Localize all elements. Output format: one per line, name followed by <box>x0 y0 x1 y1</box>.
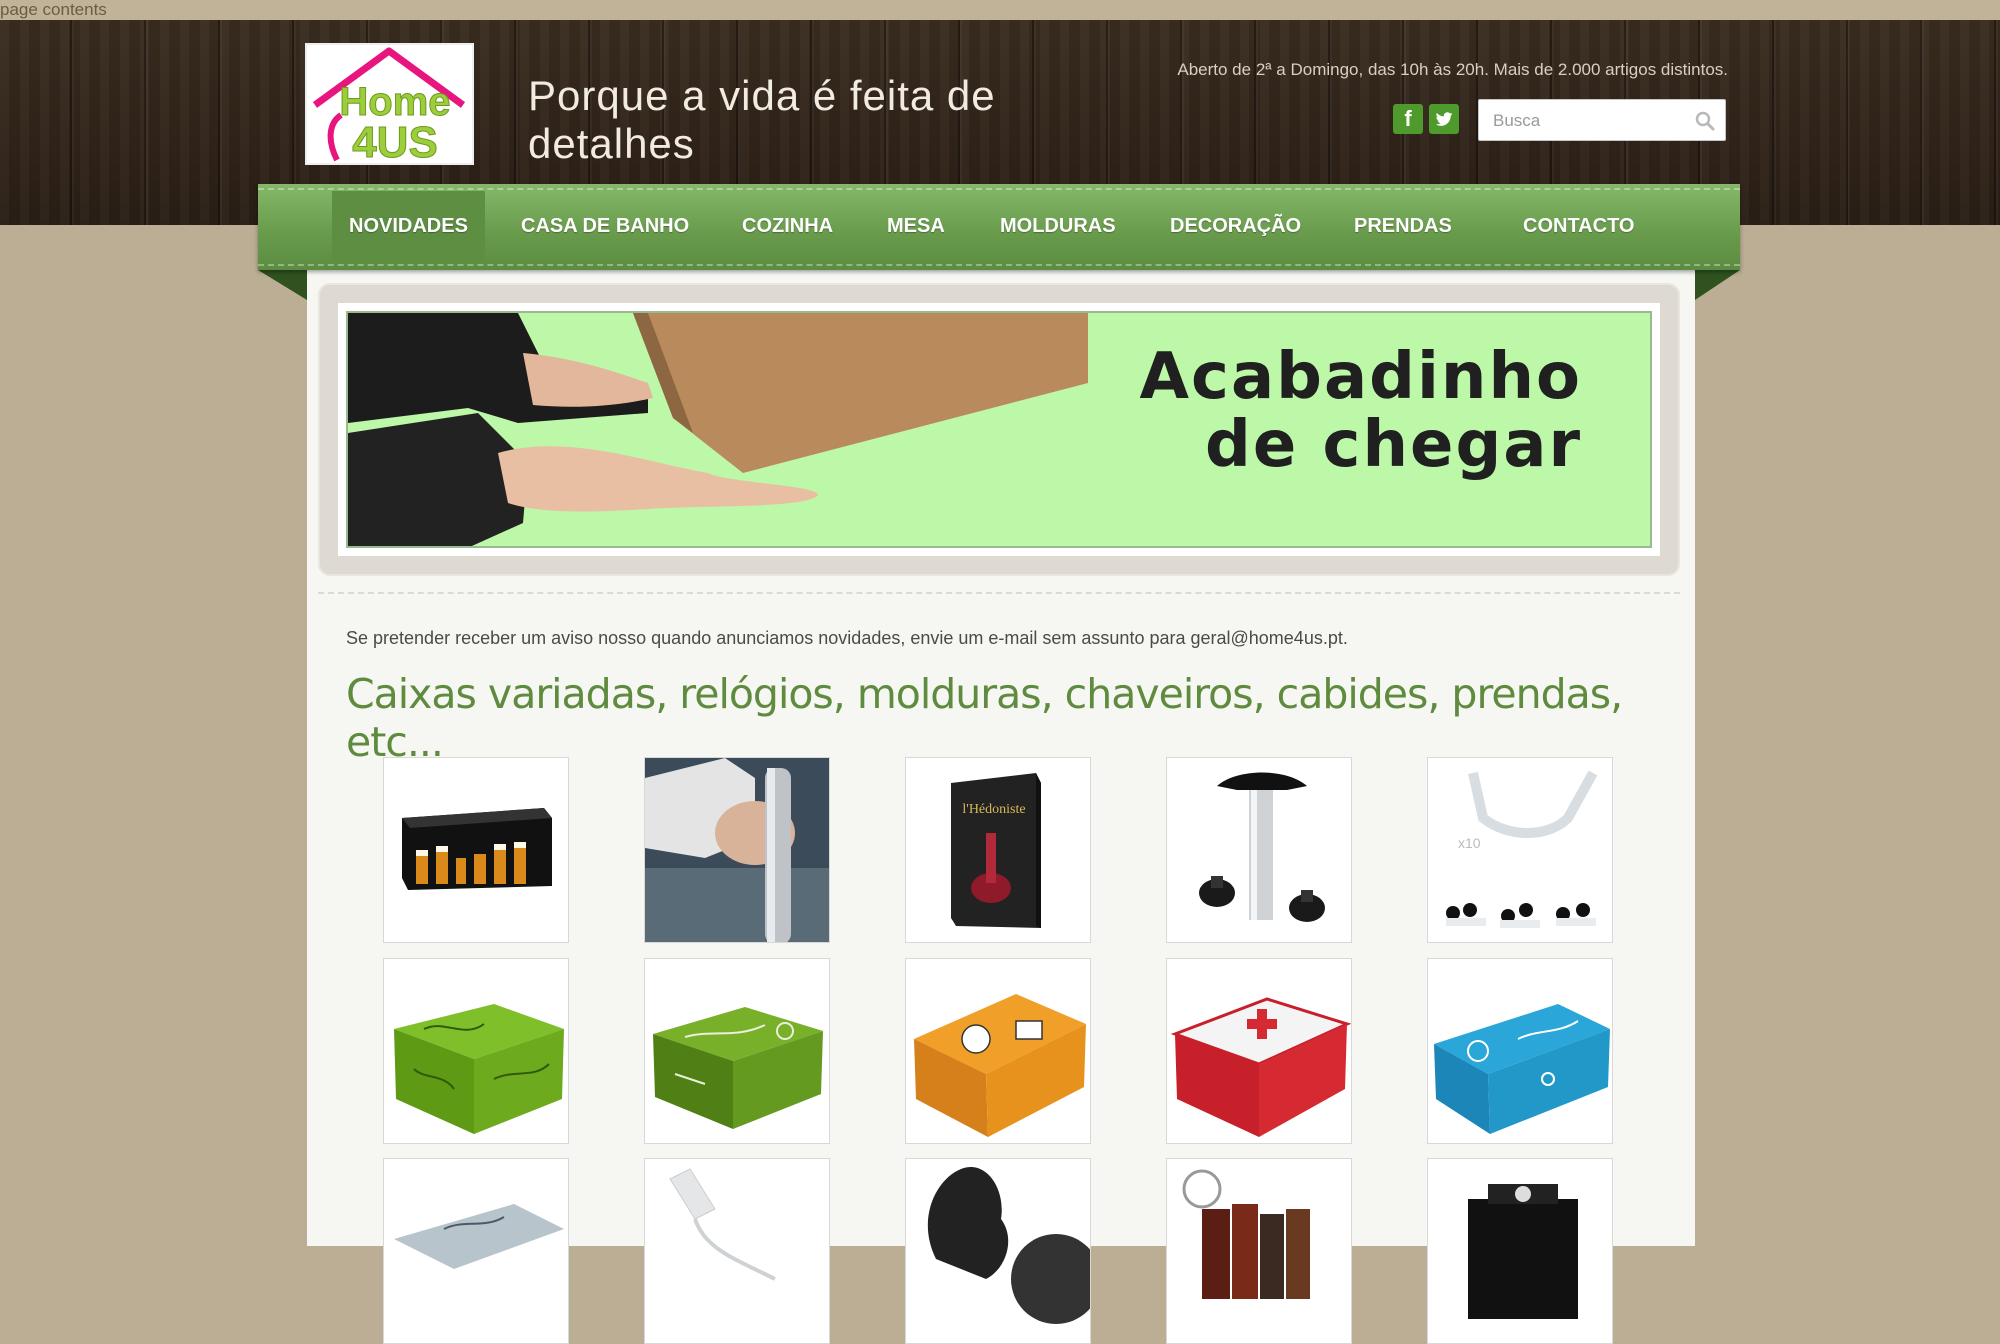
banner-line-1: Acabadinho <box>1139 340 1582 414</box>
nav-item-casa-de-banho[interactable]: CASA DE BANHO <box>504 191 706 261</box>
product-thumbnail[interactable]: l'Hédoniste <box>905 757 1091 943</box>
nav-item-decoracao[interactable]: DECORAÇÃO <box>1153 191 1318 261</box>
product-thumbnail[interactable] <box>1166 958 1352 1144</box>
product-thumbnail[interactable] <box>383 757 569 943</box>
wine-pump-image <box>1199 772 1325 922</box>
lamp-cable-image <box>669 1168 776 1281</box>
product-thumbnail[interactable] <box>644 958 830 1144</box>
banner-title: Acabadinho de chegar <box>1082 343 1582 479</box>
wine-aerator-box-image: l'Hédoniste <box>951 773 1041 928</box>
nav-item-prendas[interactable]: PRENDAS <box>1337 191 1469 261</box>
beer-glasses-box-image <box>402 808 552 890</box>
blue-tin-box-image <box>1434 1004 1610 1134</box>
product-thumbnail[interactable] <box>1166 757 1352 943</box>
grey-tin-box-image <box>394 1204 564 1269</box>
product-thumbnail[interactable] <box>644 1158 830 1344</box>
nav-ribbon-fold-right <box>1695 270 1740 300</box>
product-thumbnail[interactable] <box>1427 958 1613 1144</box>
first-aid-tin-image <box>1170 997 1351 1137</box>
black-silhouette-image <box>927 1167 1090 1324</box>
electric-corkscrew-image <box>645 758 829 942</box>
nav-ribbon-fold-left <box>258 270 307 300</box>
logo-text-bottom: 4US <box>352 118 438 163</box>
page-tab-label: page contents <box>0 0 2000 20</box>
wine-box-brand: l'Hédoniste <box>962 802 1025 817</box>
product-thumbnail[interactable] <box>383 958 569 1144</box>
page-heading: Caixas variadas, relógios, molduras, cha… <box>346 670 1623 766</box>
twitter-icon <box>1435 112 1453 126</box>
product-thumbnail[interactable] <box>644 757 830 943</box>
opening-hours: Aberto de 2ª a Domingo, das 10h às 20h. … <box>1177 60 1728 79</box>
product-thumbnail[interactable]: x10 <box>1427 757 1613 943</box>
product-thumbnail[interactable] <box>383 1158 569 1344</box>
site-logo[interactable]: Home 4US <box>305 43 474 168</box>
banner-line-2: de chegar <box>1205 408 1582 482</box>
orange-tin-box-image <box>914 994 1086 1137</box>
nav-item-contacto[interactable]: CONTACTO <box>1506 191 1651 261</box>
facebook-button[interactable]: f <box>1393 104 1423 134</box>
search-icon[interactable] <box>1695 111 1715 131</box>
black-holder-image <box>1468 1184 1578 1319</box>
search-input[interactable] <box>1491 100 1691 142</box>
nav-item-novidades[interactable]: NOVIDADES <box>332 191 485 261</box>
promo-banner[interactable]: Acabadinho de chegar <box>346 311 1652 548</box>
rack-quantity-label: x10 <box>1458 835 1481 851</box>
green-tin-box-image <box>653 1007 823 1129</box>
green-tin-box-image <box>394 1004 564 1134</box>
section-divider <box>318 592 1680 594</box>
home-logo-icon: Home 4US <box>312 47 466 168</box>
product-thumbnail[interactable] <box>905 1158 1091 1344</box>
main-navigation: NOVIDADES CASA DE BANHO COZINHA MESA MOL… <box>258 184 1740 270</box>
facebook-icon: f <box>1404 106 1412 131</box>
nav-item-molduras[interactable]: MOLDURAS <box>983 191 1133 261</box>
tab-label-text: page contents <box>0 0 107 19</box>
product-thumbnail[interactable] <box>1427 1158 1613 1344</box>
product-thumbnail[interactable] <box>1166 1158 1352 1344</box>
product-thumbnail[interactable] <box>905 958 1091 1144</box>
twitter-button[interactable] <box>1429 104 1459 134</box>
search-box <box>1478 99 1726 142</box>
site-tagline: Porque a vida é feita de detalhes <box>528 72 996 167</box>
book-bookends-image <box>1182 1169 1310 1299</box>
newsletter-notice: Se pretender receber um aviso nosso quan… <box>346 628 1348 648</box>
hands-box-illustration <box>348 313 1088 546</box>
nav-item-mesa[interactable]: MESA <box>870 191 962 261</box>
bottle-rack-image: x10 <box>1446 770 1598 928</box>
nav-item-cozinha[interactable]: COZINHA <box>725 191 850 261</box>
